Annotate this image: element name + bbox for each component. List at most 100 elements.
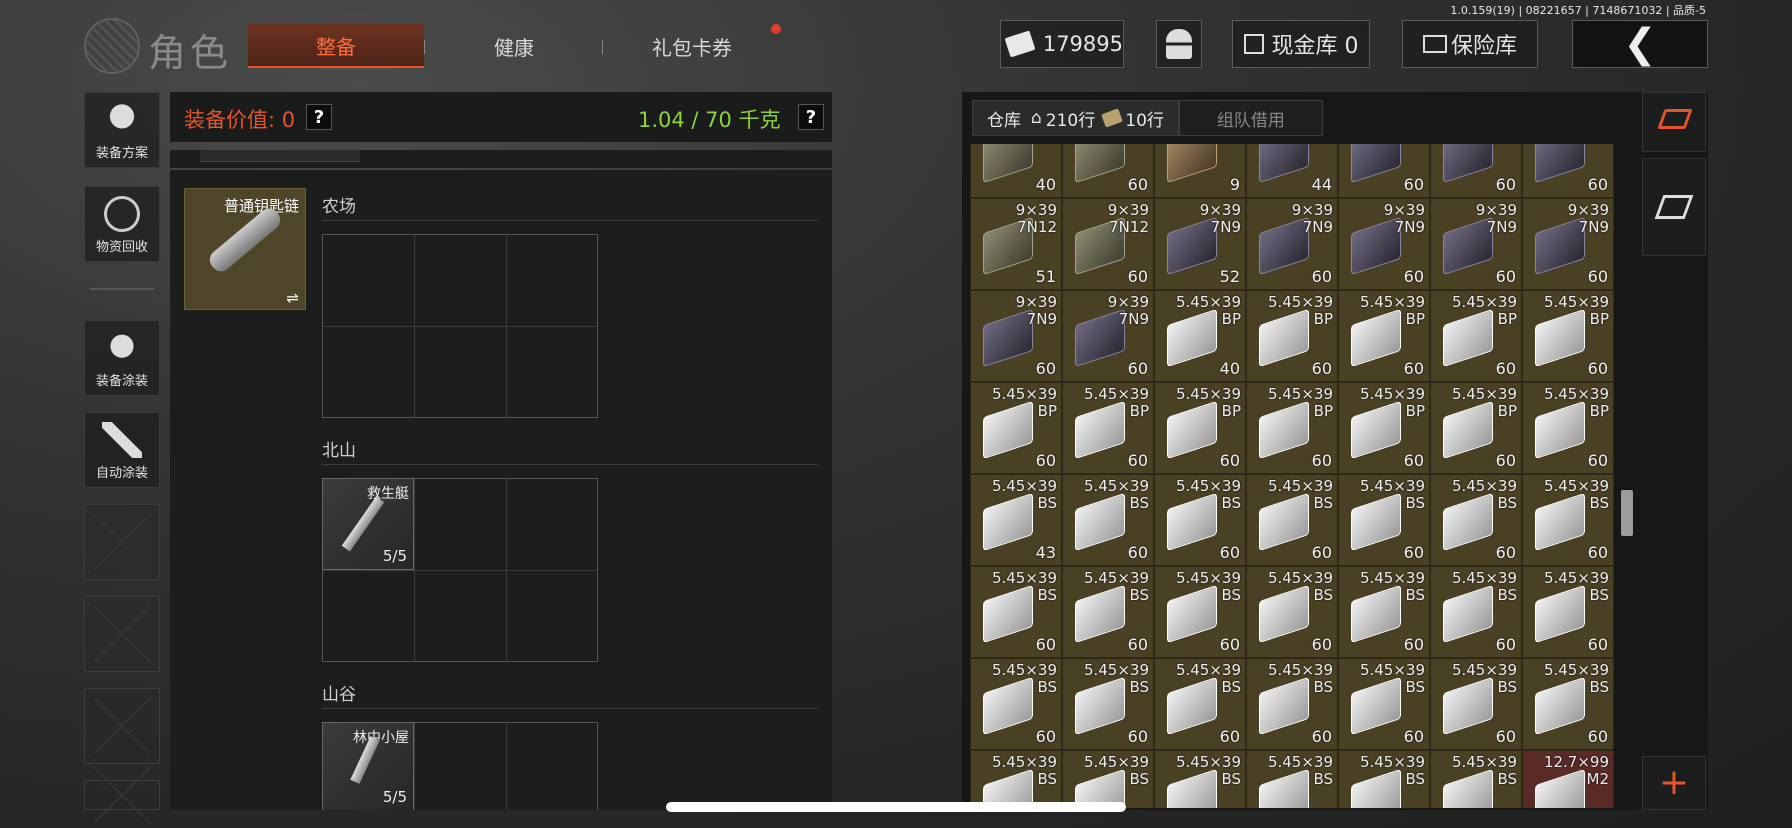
inventory-item[interactable]: 5.45×39 BS 60 bbox=[1522, 474, 1614, 566]
item-type: M2 bbox=[1586, 770, 1610, 788]
inventory-item[interactable]: 5.45×39 BS 60 bbox=[1430, 658, 1522, 750]
ammo-box-icon bbox=[983, 144, 1033, 184]
inventory-item[interactable]: 5.45×39 BP 40 bbox=[1154, 290, 1246, 382]
add-button[interactable]: + bbox=[1642, 756, 1706, 810]
inventory-item[interactable]: 9×39 7N9 60 bbox=[1062, 290, 1154, 382]
inventory-item[interactable]: SP644 bbox=[1246, 144, 1338, 198]
ammo-box-icon bbox=[983, 676, 1033, 736]
inventory-item[interactable]: 5.45×39 BP 60 bbox=[970, 382, 1062, 474]
inventory-item[interactable]: 5.45×39 BP 60 bbox=[1154, 382, 1246, 474]
inventory-item[interactable]: 5.45×39 BS 60 bbox=[1062, 566, 1154, 658]
inventory-item[interactable]: 5.45×39 BS bbox=[1430, 750, 1522, 808]
inventory-item[interactable]: 5.45×39 BS 60 bbox=[1154, 474, 1246, 566]
inventory-item[interactable]: 5.45×39 BP 60 bbox=[1246, 290, 1338, 382]
inventory-item[interactable]: 5.45×39 BS 60 bbox=[970, 658, 1062, 750]
inventory-item[interactable]: 5.45×39 BS 60 bbox=[1062, 474, 1154, 566]
inventory-item[interactable]: 5.45×39 BS 43 bbox=[970, 474, 1062, 566]
tab-equipment[interactable]: 整备 bbox=[248, 24, 424, 68]
item-count: 60 bbox=[1403, 727, 1424, 746]
key-item-forest-cabin[interactable]: 林中小屋 5/5 bbox=[322, 722, 414, 810]
inventory-item[interactable]: 5.45×39 BS bbox=[1246, 750, 1338, 808]
tab-health[interactable]: 健康 bbox=[426, 24, 602, 68]
inventory-item[interactable]: 9×39 7N9 60 bbox=[1338, 198, 1430, 290]
inventory-item[interactable]: 9×39 7N9 60 bbox=[1246, 198, 1338, 290]
inventory-item[interactable]: 5.45×39 BS 60 bbox=[1246, 658, 1338, 750]
inventory-item[interactable]: 5.45×39 BS bbox=[1154, 750, 1246, 808]
swap-icon[interactable]: ⇌ bbox=[286, 289, 299, 307]
item-caliber: 9×39 bbox=[1383, 201, 1425, 219]
safe-button[interactable]: 保险库 bbox=[1402, 20, 1538, 68]
cash-vault-button[interactable]: 现金库 0 bbox=[1232, 20, 1370, 68]
home-icon: ⌂ bbox=[1031, 108, 1042, 128]
inventory-item[interactable]: 5.45×39 BP 60 bbox=[1522, 382, 1614, 474]
inventory-item[interactable]: 5.45×39 BS bbox=[970, 750, 1062, 808]
inventory-item[interactable]: 5.45×39 BS 60 bbox=[1338, 658, 1430, 750]
inventory-item[interactable]: 5.45×39 BS 60 bbox=[1430, 474, 1522, 566]
inventory-item[interactable]: 5.45×39 BS 60 bbox=[1154, 566, 1246, 658]
inventory-item[interactable]: 5.45×39 BP 60 bbox=[1338, 290, 1430, 382]
currency-display[interactable]: 179895 bbox=[1000, 20, 1124, 68]
value-help-button[interactable]: ? bbox=[306, 104, 332, 130]
inventory-item[interactable]: SS190AT9 bbox=[1154, 144, 1246, 198]
inventory-item[interactable]: SP660 bbox=[1430, 144, 1522, 198]
sort-button[interactable] bbox=[1642, 92, 1706, 152]
inventory-item[interactable]: 9×39 7N9 60 bbox=[1522, 198, 1614, 290]
tab-gift-cards[interactable]: 礼包卡券 bbox=[604, 24, 780, 68]
inventory-item[interactable]: 9×39 7N12 51 bbox=[970, 198, 1062, 290]
ammo-box-icon bbox=[1259, 308, 1309, 368]
sidebar-item-loadout[interactable]: 装备方案 bbox=[84, 92, 160, 168]
inventory-item[interactable]: 9×39 7N9 60 bbox=[970, 290, 1062, 382]
inventory-item[interactable]: 5.45×39 BS 60 bbox=[1062, 658, 1154, 750]
item-count: 60 bbox=[1403, 635, 1424, 654]
ammo-box-icon bbox=[1535, 492, 1585, 552]
sidebar-item-recycle[interactable]: 物资回收 bbox=[84, 186, 160, 262]
ammo-box-icon bbox=[1259, 216, 1309, 276]
inventory-item[interactable]: 5.45×39 BP 60 bbox=[1246, 382, 1338, 474]
tab-team-borrow[interactable]: 组队借用 bbox=[1178, 100, 1323, 136]
inventory-item[interactable]: 5.45×39 BS 60 bbox=[1338, 474, 1430, 566]
inventory-item[interactable]: 5.45×39 BP 60 bbox=[1338, 382, 1430, 474]
inventory-item[interactable]: 5.45×39 BS 60 bbox=[1246, 566, 1338, 658]
inventory-item[interactable]: SS19860 bbox=[1062, 144, 1154, 198]
inventory-item[interactable]: 5.45×39 BP 60 bbox=[1062, 382, 1154, 474]
inventory-grid[interactable]: SS19840SS19860SS190AT9SP644SP660SP660SP6… bbox=[970, 144, 1614, 808]
weight-help-button[interactable]: ? bbox=[798, 104, 824, 130]
inventory-item[interactable]: 5.45×39 BS 60 bbox=[970, 566, 1062, 658]
inventory-item[interactable]: 9×39 7N9 60 bbox=[1430, 198, 1522, 290]
quick-store-button[interactable] bbox=[1642, 158, 1706, 256]
inventory-item[interactable]: 5.45×39 BS bbox=[1338, 750, 1430, 808]
inventory-item[interactable]: 5.45×39 BP 60 bbox=[1430, 290, 1522, 382]
tab-warehouse[interactable]: 仓库 ⌂ 210行 10行 bbox=[972, 100, 1179, 136]
inventory-item[interactable]: 5.45×39 BS 60 bbox=[1430, 566, 1522, 658]
warehouse-tab-label: 仓库 bbox=[987, 110, 1021, 131]
back-button[interactable]: ❮ bbox=[1572, 20, 1708, 68]
inventory-item[interactable]: 5.45×39 BS bbox=[1062, 750, 1154, 808]
ammo-box-icon bbox=[983, 492, 1033, 552]
inventory-item[interactable]: 5.45×39 BS 60 bbox=[1522, 566, 1614, 658]
inventory-item[interactable]: 5.45×39 BP 60 bbox=[1430, 382, 1522, 474]
sidebar-item-auto-paint[interactable]: 自动涂装 bbox=[84, 412, 160, 488]
currency-value: 179895 bbox=[1042, 32, 1123, 56]
inventory-item[interactable]: 5.45×39 BS 60 bbox=[1246, 474, 1338, 566]
helmet-paint-icon bbox=[102, 330, 142, 366]
inventory-item[interactable]: SP660 bbox=[1522, 144, 1614, 198]
profile-button[interactable] bbox=[1156, 20, 1202, 68]
item-caliber: 5.45×39 bbox=[1267, 661, 1333, 679]
item-caliber: 5.45×39 bbox=[1451, 385, 1517, 403]
inventory-item[interactable]: SS19840 bbox=[970, 144, 1062, 198]
key-item-lifeboat[interactable]: 救生艇 5/5 bbox=[322, 478, 414, 570]
ammo-box-icon bbox=[1535, 584, 1585, 644]
inventory-item[interactable]: 9×39 7N9 52 bbox=[1154, 198, 1246, 290]
inventory-item[interactable]: 12.7×99 M2 bbox=[1522, 750, 1614, 808]
key-grid-farm[interactable] bbox=[322, 234, 598, 418]
inventory-item[interactable]: 9×39 7N12 60 bbox=[1062, 198, 1154, 290]
inventory-item[interactable]: 5.45×39 BS 60 bbox=[1338, 566, 1430, 658]
inventory-item[interactable]: SP660 bbox=[1338, 144, 1430, 198]
inventory-item[interactable]: 5.45×39 BS 60 bbox=[1154, 658, 1246, 750]
sidebar-item-paint[interactable]: 装备涂装 bbox=[84, 320, 160, 396]
inventory-item[interactable]: 5.45×39 BS 60 bbox=[1522, 658, 1614, 750]
inventory-item[interactable]: 5.45×39 BP 60 bbox=[1522, 290, 1614, 382]
keychain-slot[interactable]: 普通钥匙链 ⇌ bbox=[184, 188, 306, 310]
ammo-box-icon bbox=[1535, 308, 1585, 368]
inventory-scrollbar[interactable] bbox=[1621, 490, 1633, 536]
